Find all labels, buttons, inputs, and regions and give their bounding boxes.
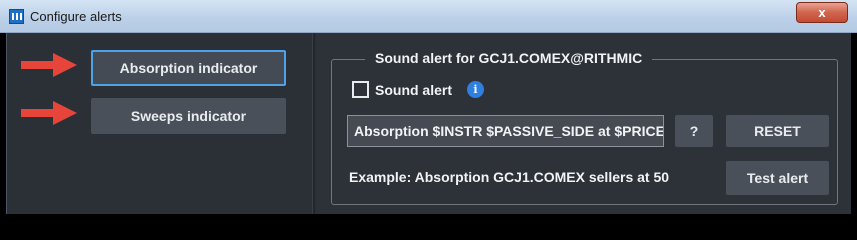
window-title: Configure alerts bbox=[30, 9, 122, 24]
red-arrow-icon bbox=[21, 53, 77, 77]
sweeps-indicator-button[interactable]: Sweeps indicator bbox=[91, 98, 286, 134]
app-icon bbox=[9, 9, 24, 24]
sound-alert-checkbox[interactable] bbox=[352, 81, 369, 98]
test-alert-button[interactable]: Test alert bbox=[726, 161, 829, 195]
close-button[interactable]: x bbox=[796, 2, 848, 23]
sound-alert-label[interactable]: Sound alert bbox=[375, 82, 452, 98]
absorption-indicator-button[interactable]: Absorption indicator bbox=[91, 50, 286, 86]
alert-template-input[interactable]: Absorption $INSTR $PASSIVE_SIDE at $PRIC… bbox=[347, 115, 664, 147]
panel-divider bbox=[312, 33, 315, 214]
sound-alert-panel: Sound alert for GCJ1.COMEX@RITHMIC Sound… bbox=[316, 33, 851, 214]
help-button[interactable]: ? bbox=[675, 115, 713, 147]
title-bar[interactable]: Configure alerts x bbox=[0, 0, 857, 33]
red-arrow-icon bbox=[21, 101, 77, 125]
sound-alert-group-title: Sound alert for GCJ1.COMEX@RITHMIC bbox=[365, 50, 653, 66]
dialog-content: Absorption indicator Sweeps indicator So… bbox=[6, 33, 851, 214]
reset-button[interactable]: RESET bbox=[726, 115, 829, 147]
indicator-panel: Absorption indicator Sweeps indicator bbox=[7, 33, 312, 214]
info-icon[interactable]: i bbox=[467, 81, 484, 98]
example-text: Example: Absorption GCJ1.COMEX sellers a… bbox=[349, 169, 670, 185]
configure-alerts-window: Configure alerts x Absorption indicator … bbox=[0, 0, 857, 214]
